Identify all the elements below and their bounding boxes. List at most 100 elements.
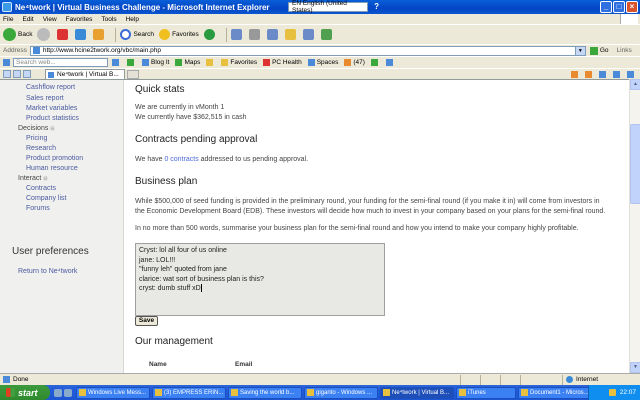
health-icon (263, 59, 271, 66)
pc-health-button[interactable]: PC Health (263, 59, 302, 66)
taskbar-item-document[interactable]: Document1 - Micros... (518, 386, 592, 399)
quick-launch (54, 388, 72, 397)
sidebar-item-company-list[interactable]: Company list (26, 195, 66, 202)
menu-tools[interactable]: Tools (101, 16, 116, 23)
print-menu-button[interactable] (599, 71, 608, 78)
contracts-prefix: We have (135, 156, 165, 163)
quick-stats-heading: Quick stats (135, 84, 185, 95)
maps-button[interactable]: Maps (175, 59, 200, 66)
page-menu-button[interactable] (613, 71, 622, 78)
expand-icon: ⊟ (50, 126, 55, 132)
back-button[interactable]: Back (3, 27, 32, 43)
blog-it-button[interactable]: Blog It (142, 59, 169, 66)
page-icon (613, 71, 620, 78)
scroll-thumb[interactable] (630, 124, 640, 204)
minimize-button[interactable]: _ (600, 1, 612, 13)
start-button[interactable]: start (0, 385, 50, 400)
status-bar: Done Internet (0, 373, 640, 385)
mail-count-button[interactable]: (47) (344, 59, 365, 66)
add-button[interactable] (127, 59, 136, 66)
favorites-link-label: Favorites (230, 59, 258, 66)
sidebar-section-interact[interactable]: Interact ⊟ (18, 175, 48, 182)
quick-tabs-icon[interactable] (23, 70, 31, 78)
scroll-up-button[interactable]: ▲ (630, 79, 640, 90)
web-search-input[interactable]: Search web... (13, 58, 108, 67)
spaces-button[interactable]: Spaces (307, 59, 338, 66)
language-bar[interactable]: EN English (United States) ? (288, 0, 379, 14)
save-button[interactable]: Save (135, 316, 158, 326)
media-button[interactable] (203, 27, 217, 43)
menu-help[interactable]: Help (126, 16, 139, 23)
discuss-button[interactable] (284, 27, 298, 43)
quick-launch-icon[interactable] (54, 388, 62, 397)
home-menu-button[interactable] (571, 71, 580, 78)
search-button[interactable]: Search (120, 27, 154, 43)
taskbar-item-itunes[interactable]: iTunes (456, 386, 516, 399)
taskbar-item-messenger[interactable]: Windows Live Mess... (76, 386, 150, 399)
word-icon (521, 389, 528, 396)
sidebar-section-decisions[interactable]: Decisions ⊟ (18, 125, 55, 132)
tab-active[interactable]: Ne⁴twork | Virtual B... (45, 69, 125, 79)
research-button[interactable] (302, 27, 316, 43)
clock[interactable]: 22:07 (620, 389, 636, 396)
stop-button[interactable] (57, 27, 70, 43)
search-go-button[interactable] (112, 59, 121, 66)
tray-icon[interactable] (608, 389, 616, 396)
sidebar-item-cashflow-report[interactable]: Cashflow report (26, 84, 75, 91)
taskbar-item-saving[interactable]: Saving the world b... (228, 386, 302, 399)
ie-icon (383, 389, 390, 396)
sidebar-item-product-promotion[interactable]: Product promotion (26, 155, 83, 162)
go-button[interactable]: Go (589, 46, 609, 55)
mail-button[interactable] (230, 27, 244, 43)
menu-view[interactable]: View (43, 16, 57, 23)
sidebar: Cashflow report Sales report Market vari… (0, 80, 124, 373)
plan-instructions: In no more than 500 words, summarise you… (135, 225, 579, 232)
menu-edit[interactable]: Edit (22, 16, 33, 23)
chevron-down-icon[interactable]: ▼ (574, 46, 585, 55)
taskbar-item-empress[interactable]: (3) EMPRESS ERIN... (152, 386, 226, 399)
return-link[interactable]: Return to Ne⁴twork (18, 268, 77, 275)
security-zone[interactable]: Internet (566, 376, 598, 383)
add-favorite-icon[interactable] (13, 70, 21, 78)
home-button[interactable] (93, 27, 106, 43)
menu-file[interactable]: File (3, 16, 13, 23)
links-button[interactable]: Links (617, 47, 632, 54)
menu-favorites[interactable]: Favorites (66, 16, 93, 23)
help-icon[interactable]: ? (374, 2, 379, 11)
taskbar-item-network[interactable]: Ne⁴twork | Virtual B... (380, 386, 454, 399)
spaces-icon (307, 59, 315, 66)
forward-button[interactable] (37, 27, 52, 43)
maximize-button[interactable]: □ (613, 1, 625, 13)
sidebar-item-forums[interactable]: Forums (26, 205, 50, 212)
sidebar-item-market-variables[interactable]: Market variables (26, 105, 77, 112)
edit-button[interactable] (266, 27, 280, 43)
business-plan-textarea[interactable]: Cryst: lol all four of us online jane: L… (135, 243, 385, 316)
sidebar-item-pricing[interactable]: Pricing (26, 135, 47, 142)
home-icon (571, 71, 578, 78)
address-input[interactable]: http://www.hcine2twork.org/vbc/main.php … (29, 45, 586, 56)
sidebar-item-human-resource[interactable]: Human resource (26, 165, 78, 172)
close-button[interactable]: × (626, 1, 638, 13)
sidebar-item-sales-report[interactable]: Sales report (26, 95, 64, 102)
scroll-down-button[interactable]: ▼ (630, 362, 640, 373)
highlight-button[interactable] (206, 59, 215, 66)
tools-menu-button[interactable] (627, 71, 636, 78)
sidebar-item-contracts[interactable]: Contracts (26, 185, 56, 192)
favorites-link[interactable]: Favorites (221, 59, 257, 66)
contracts-link[interactable]: 0 contracts (164, 156, 198, 163)
messenger-button[interactable] (320, 27, 334, 43)
sidebar-item-product-statistics[interactable]: Product statistics (26, 115, 79, 122)
print-button[interactable] (248, 27, 262, 43)
messenger-link[interactable] (370, 59, 380, 66)
refresh-button[interactable] (75, 27, 88, 43)
feeds-button[interactable] (585, 71, 594, 78)
help-link[interactable] (385, 59, 395, 66)
taskbar-item-giganto[interactable]: giganto - Windows ... (304, 386, 378, 399)
sidebar-item-research[interactable]: Research (26, 145, 56, 152)
new-tab-button[interactable] (127, 69, 139, 79)
quick-launch-icon[interactable] (64, 388, 72, 397)
favorites-center-icon[interactable] (3, 70, 11, 78)
vertical-scrollbar[interactable]: ▲ ▼ (629, 79, 640, 373)
favorites-button[interactable]: Favorites (159, 27, 199, 43)
status-text: Done (13, 376, 29, 383)
